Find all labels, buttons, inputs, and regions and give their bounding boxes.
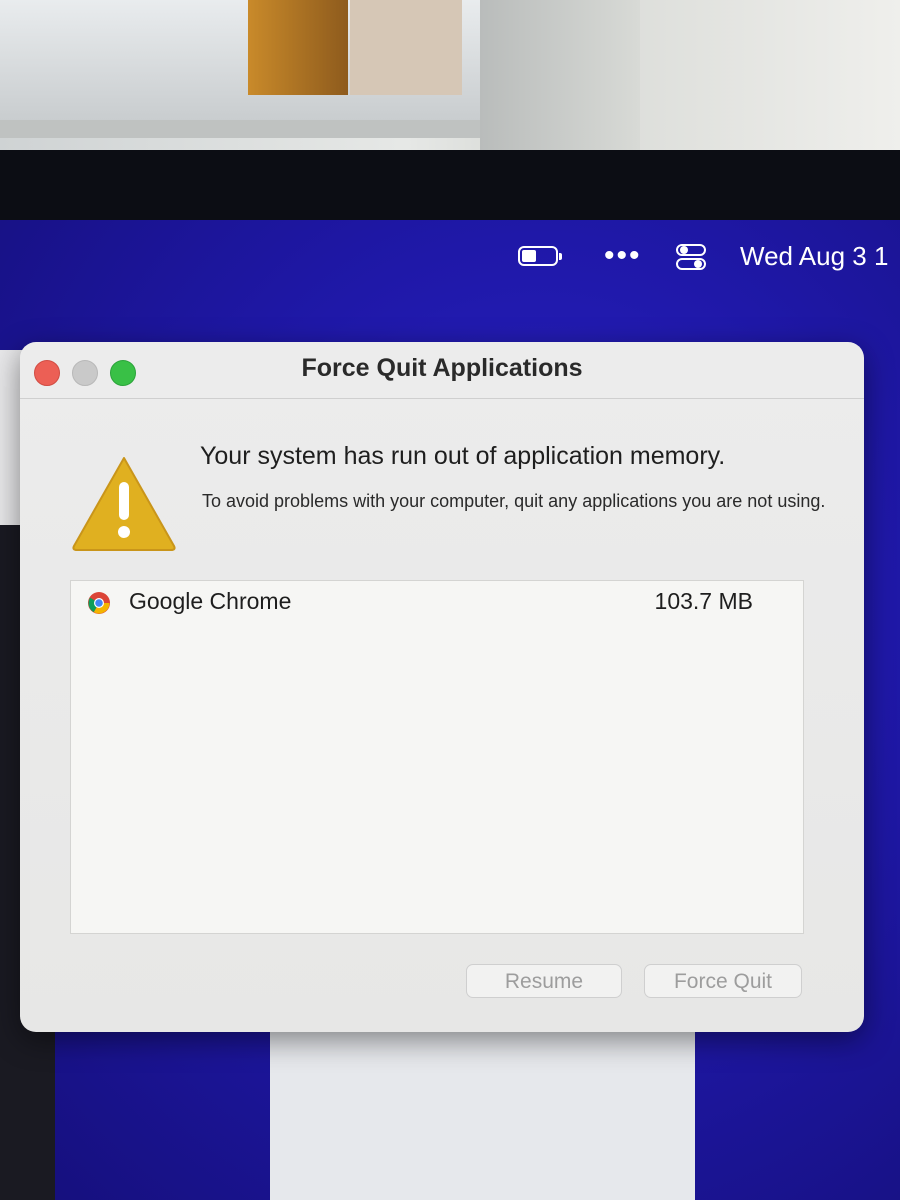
force-quit-dialog: Force Quit Applications Your system has …	[20, 342, 864, 1032]
window-pane	[350, 0, 462, 95]
application-list[interactable]: Google Chrome 103.7 MB	[70, 580, 804, 934]
app-name: Google Chrome	[129, 588, 292, 614]
list-item[interactable]: Google Chrome 103.7 MB	[71, 581, 803, 625]
more-menu-icon[interactable]: •••	[604, 238, 642, 274]
dialog-headline: Your system has run out of application m…	[200, 442, 726, 470]
dialog-title: Force Quit Applications	[301, 354, 583, 382]
dialog-message: To avoid problems with your computer, qu…	[202, 491, 826, 511]
menu-clock[interactable]: Wed Aug 3 1	[740, 238, 888, 274]
window-wood-frame	[248, 0, 348, 95]
warning-icon	[72, 457, 176, 551]
control-center-icon[interactable]	[676, 242, 708, 272]
wall	[480, 0, 640, 150]
chrome-icon	[88, 592, 110, 614]
dialog-titlebar: Force Quit Applications	[20, 342, 864, 399]
resume-button[interactable]: Resume	[466, 964, 622, 998]
battery-icon[interactable]	[518, 246, 562, 268]
app-memory: 103.7 MB	[654, 588, 753, 614]
background-panel	[270, 1030, 695, 1200]
force-quit-button[interactable]: Force Quit	[644, 964, 802, 998]
